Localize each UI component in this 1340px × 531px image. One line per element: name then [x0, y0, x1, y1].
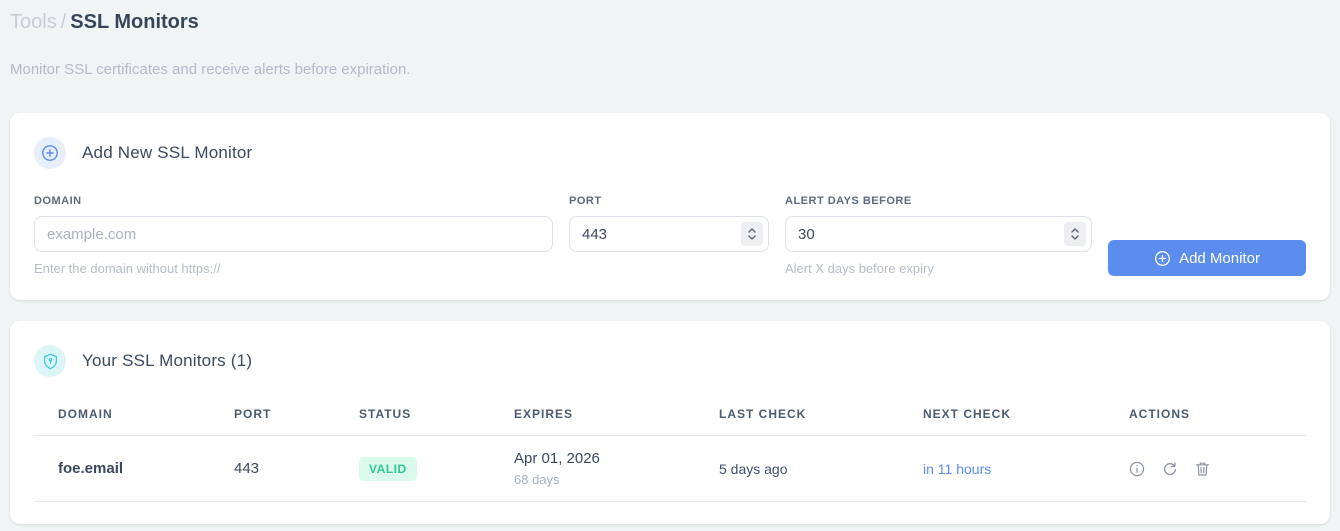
col-header-last-check: LAST CHECK [695, 401, 899, 436]
port-field-label: PORT [569, 195, 602, 207]
breadcrumb-tools-link[interactable]: Tools [10, 11, 57, 33]
refresh-icon[interactable] [1162, 461, 1178, 477]
alert-days-field-group: ALERT DAYS BEFORE Alert X days before ex… [785, 195, 1092, 276]
domain-field-group: DOMAIN Enter the domain without https:// [34, 195, 553, 276]
domain-field-helper: Enter the domain without https:// [34, 261, 221, 276]
monitor-expires-days: 68 days [514, 472, 560, 487]
monitors-table: DOMAIN PORT STATUS EXPIRES LAST CHECK NE… [34, 401, 1306, 502]
domain-input[interactable] [34, 216, 553, 252]
monitor-domain: foe.email [34, 435, 210, 502]
status-badge: VALID [359, 456, 417, 481]
monitors-card-title: Your SSL Monitors (1) [82, 351, 253, 370]
col-header-port: PORT [210, 401, 335, 436]
monitors-list-card: Your SSL Monitors (1) DOMAIN PORT STATUS… [10, 321, 1330, 524]
page-subtitle: Monitor SSL certificates and receive ale… [10, 61, 411, 78]
port-field-group: PORT [569, 195, 769, 252]
add-monitor-card: Add New SSL Monitor DOMAIN Enter the dom… [10, 113, 1330, 300]
alert-days-stepper[interactable] [1064, 222, 1086, 246]
port-input[interactable] [569, 216, 769, 252]
add-monitor-card-header: Add New SSL Monitor [34, 137, 1306, 169]
monitors-card-header: Your SSL Monitors (1) [34, 345, 1306, 377]
info-icon[interactable] [1129, 461, 1145, 477]
domain-field-label: DOMAIN [34, 195, 82, 207]
page-title: SSL Monitors [70, 11, 199, 33]
monitor-expires-date: Apr 01, 2026 [514, 450, 600, 467]
breadcrumb-separator: / [60, 11, 67, 33]
breadcrumb: Tools / SSL Monitors [10, 8, 1330, 36]
monitor-next-check[interactable]: in 11 hours [899, 435, 1105, 502]
col-header-actions: ACTIONS [1105, 401, 1306, 436]
ssl-monitors-page: Tools / SSL Monitors Monitor SSL certifica… [0, 0, 1340, 524]
table-header-row: DOMAIN PORT STATUS EXPIRES LAST CHECK NE… [34, 401, 1306, 436]
add-monitor-form: DOMAIN Enter the domain without https://… [34, 195, 1306, 276]
alert-days-field-helper: Alert X days before expiry [785, 261, 934, 276]
add-monitor-card-title: Add New SSL Monitor [82, 143, 253, 162]
row-actions [1129, 461, 1306, 477]
col-header-next-check: NEXT CHECK [899, 401, 1105, 436]
trash-icon[interactable] [1195, 461, 1210, 477]
monitor-port: 443 [210, 435, 335, 502]
plus-circle-icon [34, 137, 66, 169]
submit-field-group: Add Monitor [1108, 195, 1306, 276]
alert-days-field-label: ALERT DAYS BEFORE [785, 195, 912, 207]
col-header-status: STATUS [335, 401, 490, 436]
monitor-last-check: 5 days ago [695, 435, 899, 502]
table-row: foe.email 443 VALID Apr 01, 2026 68 days… [34, 435, 1306, 502]
shield-icon [34, 345, 66, 377]
plus-circle-icon [1154, 250, 1171, 267]
alert-days-input[interactable] [785, 216, 1092, 252]
col-header-domain: DOMAIN [34, 401, 210, 436]
col-header-expires: EXPIRES [490, 401, 695, 436]
add-monitor-button-label: Add Monitor [1179, 249, 1260, 267]
port-stepper[interactable] [741, 222, 763, 246]
add-monitor-button[interactable]: Add Monitor [1108, 240, 1306, 276]
